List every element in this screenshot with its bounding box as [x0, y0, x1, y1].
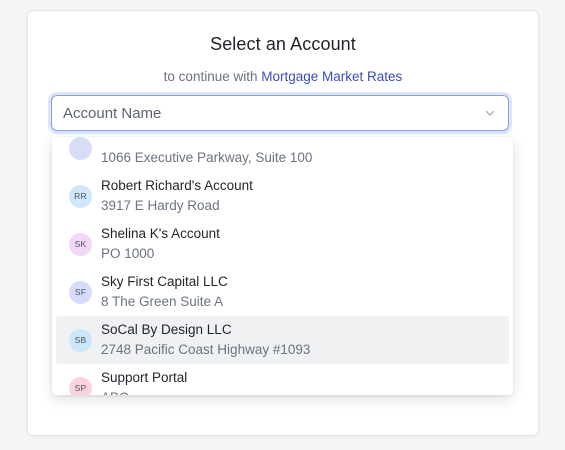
account-option[interactable]: SK Shelina K's Account PO 1000	[56, 220, 509, 268]
account-option-name: Sky First Capital LLC	[101, 274, 228, 289]
account-option-name: SoCal By Design LLC	[101, 322, 232, 337]
account-option-address: 2748 Pacific Coast Highway #1093	[101, 342, 311, 357]
account-option[interactable]: 1066 Executive Parkway, Suite 100	[56, 137, 509, 172]
account-option[interactable]: SP Support Portal ABC	[56, 364, 509, 395]
page-subtitle: to continue with Mortgage Market Rates	[28, 69, 538, 84]
chevron-down-icon[interactable]	[485, 108, 495, 118]
account-option-address: 3917 E Hardy Road	[101, 198, 220, 213]
account-option-address: ABC	[101, 390, 129, 395]
account-option-name: Robert Richard's Account	[101, 178, 253, 193]
account-avatar: SP	[69, 377, 92, 395]
account-avatar	[69, 137, 92, 160]
account-name-select[interactable]	[51, 95, 509, 131]
page-title: Select an Account	[210, 34, 356, 54]
account-option-name: Support Portal	[101, 370, 188, 385]
account-avatar: SK	[69, 233, 92, 256]
account-option[interactable]: RR Robert Richard's Account 3917 E Hardy R…	[56, 172, 509, 220]
account-avatar: SB	[69, 329, 92, 352]
account-option[interactable]: SB SoCal By Design LLC 2748 Pacific Coast …	[56, 316, 509, 364]
account-avatar: RR	[69, 185, 92, 208]
account-dropdown[interactable]: 1066 Executive Parkway, Suite 100 RR Rober…	[52, 137, 513, 395]
account-option-address: 1066 Executive Parkway, Suite 100	[101, 150, 313, 165]
account-option-name: Shelina K's Account	[101, 226, 220, 241]
account-option-address: 8 The Green Suite A	[101, 294, 224, 309]
account-option-address: PO 1000	[101, 246, 155, 261]
account-options-list: 1066 Executive Parkway, Suite 100 RR Rober…	[52, 137, 513, 395]
subtitle-text: to continue with	[163, 69, 258, 84]
account-option[interactable]: SF Sky First Capital LLC 8 The Green Suite…	[56, 268, 509, 316]
app-name-link[interactable]: Mortgage Market Rates	[261, 69, 402, 84]
account-avatar: SF	[69, 281, 92, 304]
account-name-input[interactable]	[52, 96, 483, 130]
